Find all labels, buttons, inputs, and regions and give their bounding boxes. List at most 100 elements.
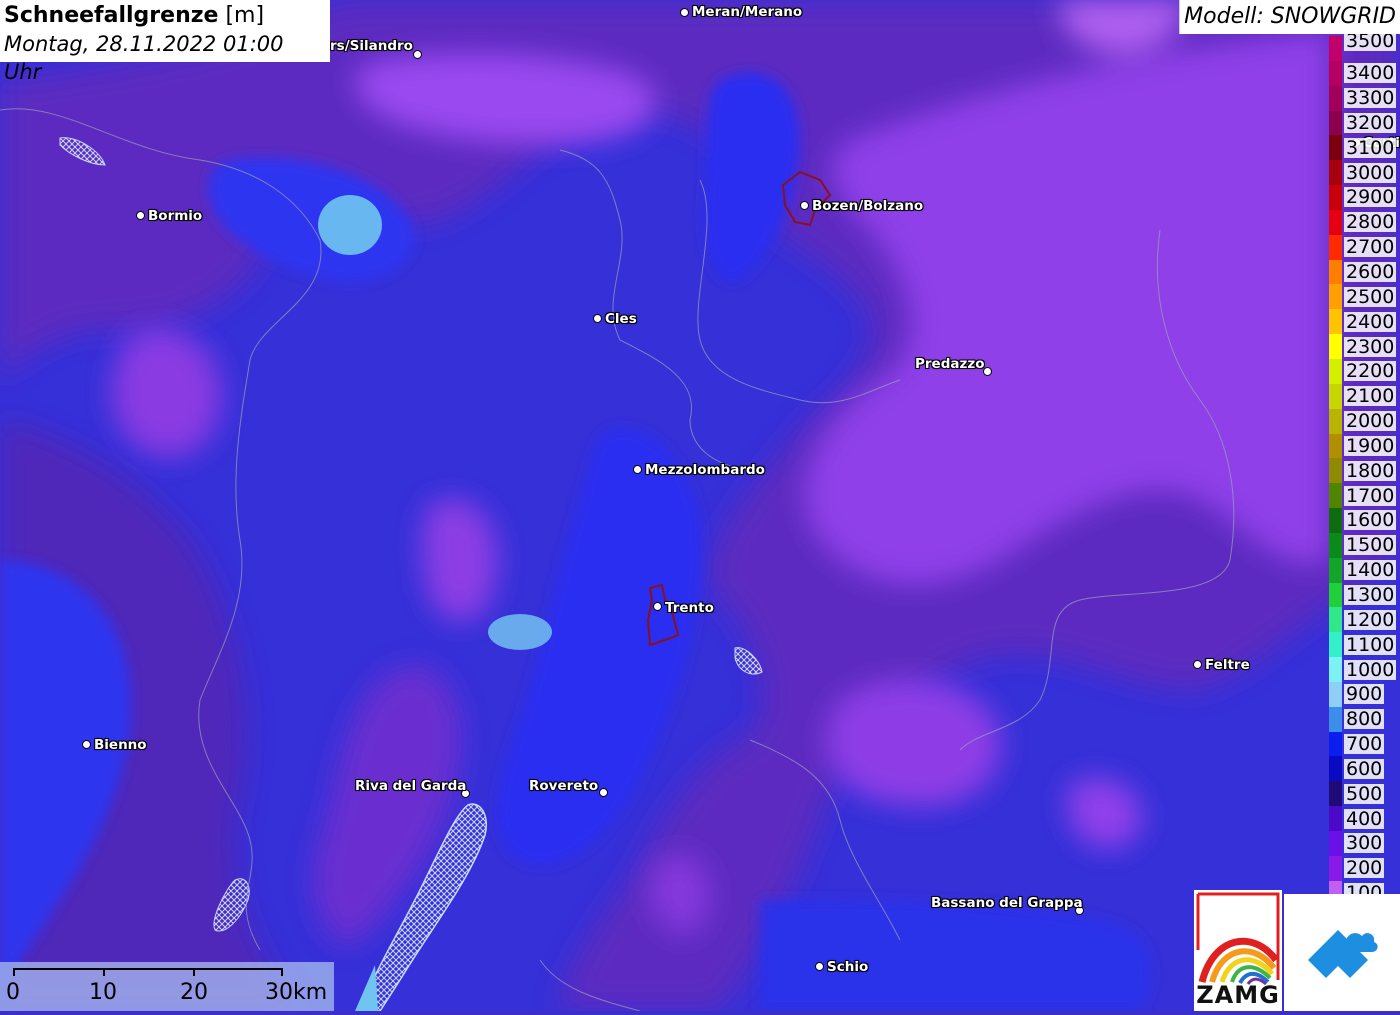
legend-label: 500	[1344, 782, 1385, 805]
legend-swatch	[1329, 607, 1342, 633]
legend-swatch	[1329, 234, 1342, 260]
scale-tick	[13, 968, 15, 976]
legend-entry: 500	[1329, 781, 1400, 807]
legend-swatch	[1329, 657, 1342, 682]
legend-entry: 3000	[1329, 160, 1400, 186]
legend-label: 2600	[1344, 261, 1397, 284]
city-marker-icon[interactable]	[136, 211, 145, 220]
legend-entry: 3300	[1329, 85, 1400, 111]
legend-label: 900	[1344, 683, 1385, 706]
city-label[interactable]: Bassano del Grappa	[931, 895, 1083, 911]
legend-entry: 2300	[1329, 334, 1400, 359]
legend-swatch	[1329, 60, 1342, 86]
legend-entry: 2700	[1329, 234, 1400, 260]
legend-entry: 2200	[1329, 358, 1400, 384]
legend-label: 2000	[1344, 410, 1397, 433]
legend-label: 2900	[1344, 186, 1397, 209]
city-label[interactable]: Predazzo	[915, 356, 984, 372]
snowfall-map[interactable]	[0, 0, 1400, 1011]
legend-label: 1500	[1344, 534, 1397, 557]
legend-label: 1800	[1344, 459, 1397, 482]
zamg-rainbow-icon	[1196, 892, 1280, 986]
city-label[interactable]: Cles	[605, 311, 637, 327]
city-label[interactable]: Bienno	[94, 737, 147, 753]
legend-label: 700	[1344, 733, 1385, 756]
legend-swatch	[1329, 483, 1342, 509]
city-label[interactable]: Bozen/Bolzano	[812, 198, 923, 214]
legend-swatch	[1329, 756, 1342, 782]
legend-entry: 1700	[1329, 483, 1400, 509]
legend-swatch	[1329, 408, 1342, 434]
legend-label: 1000	[1344, 658, 1397, 681]
legend-entry: 200	[1329, 855, 1400, 881]
legend-swatch	[1329, 706, 1342, 732]
legend-label: 2500	[1344, 285, 1397, 308]
city-marker-icon[interactable]	[593, 314, 602, 323]
legend-swatch	[1329, 185, 1342, 210]
city-label[interactable]: Riva del Garda	[355, 778, 466, 794]
legend-entry: 900	[1329, 681, 1400, 707]
city-marker-icon[interactable]	[1193, 660, 1202, 669]
legend-label: 1200	[1344, 608, 1397, 631]
logos: ZAMG	[1194, 890, 1400, 1011]
legend-label: 2400	[1344, 310, 1397, 333]
city-marker-icon[interactable]	[800, 201, 809, 210]
legend-label: 3000	[1344, 161, 1397, 184]
legend-label: 3300	[1344, 87, 1397, 110]
legend-entry: 2000	[1329, 408, 1400, 434]
legend-entry: 1400	[1329, 557, 1400, 583]
legend-swatch	[1329, 209, 1342, 235]
city-label[interactable]: Mezzolombardo	[645, 462, 765, 478]
city-marker-icon[interactable]	[680, 8, 689, 17]
legend-swatch	[1329, 259, 1342, 285]
legend-entry: 700	[1329, 731, 1400, 757]
scale-label: 0	[6, 980, 20, 1005]
city-label[interactable]: Feltre	[1205, 657, 1250, 673]
legend-label: 400	[1344, 807, 1385, 830]
zamg-logo[interactable]: ZAMG	[1194, 890, 1282, 1011]
legend-swatch	[1329, 632, 1342, 658]
legend-entry: 2600	[1329, 259, 1400, 285]
legend-swatch	[1329, 36, 1342, 61]
legend-entry: 2400	[1329, 309, 1400, 335]
zamg-wordmark: ZAMG	[1196, 981, 1280, 1009]
legend-swatch	[1329, 806, 1342, 831]
model-label: Modell: SNOWGRID	[1179, 0, 1400, 34]
legend-swatch	[1329, 855, 1342, 881]
legend-entry: 3400	[1329, 60, 1400, 86]
city-label[interactable]: rs/Silandro	[330, 38, 413, 54]
legend-entry: 2900	[1329, 185, 1400, 210]
legend-label: 600	[1344, 757, 1385, 780]
legend-swatch	[1329, 334, 1342, 359]
legend-label: 1100	[1344, 633, 1397, 656]
legend-label: 2200	[1344, 360, 1397, 383]
city-marker-icon[interactable]	[599, 788, 608, 797]
city-marker-icon[interactable]	[653, 602, 662, 611]
legend-entry: 300	[1329, 831, 1400, 856]
legend-entry: 600	[1329, 756, 1400, 782]
city-label[interactable]: Meran/Merano	[692, 4, 802, 20]
legend-entry: 3100	[1329, 135, 1400, 161]
legend-swatch	[1329, 681, 1342, 707]
legend-label: 2300	[1344, 335, 1397, 358]
legend-entry: 1800	[1329, 458, 1400, 484]
app-logo[interactable]	[1284, 894, 1400, 1011]
legend-swatch	[1329, 532, 1342, 558]
legend-label: 3100	[1344, 136, 1397, 159]
legend-label: 1900	[1344, 434, 1397, 457]
city-label[interactable]: Trento	[665, 600, 714, 616]
mountain-cloud-icon	[1308, 930, 1378, 978]
legend-entry: 1300	[1329, 582, 1400, 608]
city-marker-icon[interactable]	[82, 740, 91, 749]
city-label[interactable]: Schio	[827, 959, 868, 975]
city-marker-icon[interactable]	[633, 465, 642, 474]
legend-entry: 1200	[1329, 607, 1400, 633]
scale-label: 20	[180, 980, 208, 1005]
city-marker-icon[interactable]	[815, 962, 824, 971]
city-label[interactable]: Rovereto	[529, 778, 598, 794]
city-marker-icon[interactable]	[413, 50, 422, 59]
city-label[interactable]: Bormio	[148, 208, 202, 224]
legend-swatch	[1329, 110, 1342, 136]
map-title: Schneefallgrenze [m]	[4, 3, 265, 28]
legend-swatch	[1329, 557, 1342, 583]
